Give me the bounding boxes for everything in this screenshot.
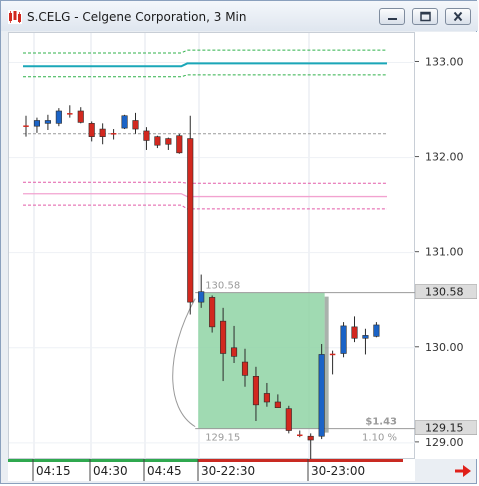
band-inner-upper-green bbox=[23, 74, 387, 78]
minimize-icon bbox=[388, 18, 397, 20]
price-tick-label-1: 132.00 bbox=[425, 151, 464, 164]
window-title: S.CELG - Celgene Corporation, 3 Min bbox=[27, 10, 247, 24]
candle-body-22 bbox=[263, 393, 270, 403]
candle-body-23 bbox=[274, 401, 281, 408]
candle-body-19 bbox=[231, 347, 238, 357]
time-axis[interactable]: 04:15 04:30 04:45 30-22:30 30-23:00 bbox=[8, 459, 415, 481]
candle-body-26 bbox=[307, 435, 314, 441]
minimize-button[interactable] bbox=[379, 8, 405, 25]
candle-body-15 bbox=[187, 138, 194, 303]
lower-price-flag-label: 129.15 bbox=[425, 422, 464, 435]
session-bar-premarket bbox=[8, 459, 198, 462]
candle-body-7 bbox=[99, 128, 106, 137]
candle-body-21 bbox=[252, 376, 259, 406]
time-axis-scale: 04:15 04:30 04:45 30-22:30 30-23:00 bbox=[8, 459, 403, 481]
price-tick-label-0: 133.00 bbox=[425, 55, 464, 68]
candle-body-31 bbox=[362, 335, 369, 339]
band-mid-cyan bbox=[23, 62, 387, 68]
time-tick-label-2: 04:45 bbox=[147, 464, 182, 478]
time-tick-label-4: 30-23:00 bbox=[311, 464, 365, 478]
candle-body-18 bbox=[220, 320, 227, 354]
measure-bottom-price-label: 129.15 bbox=[205, 433, 240, 444]
candle-body-2 bbox=[44, 120, 51, 124]
candle-body-32 bbox=[373, 324, 380, 337]
price-tick-label-3: 130.00 bbox=[425, 341, 464, 354]
price-tick-label-4: 129.00 bbox=[425, 436, 464, 449]
restore-button[interactable] bbox=[412, 8, 438, 25]
candle-body-3 bbox=[55, 110, 62, 124]
band-pink-mid bbox=[23, 193, 387, 198]
measure-change-label: $1.43 bbox=[365, 417, 397, 428]
measure-connector-curve bbox=[172, 298, 196, 428]
candlestick-chart[interactable]: 130.58 129.15 $1.43 1.10 % bbox=[9, 33, 416, 460]
candle-body-30 bbox=[351, 326, 358, 339]
close-icon bbox=[453, 11, 463, 22]
app-icon bbox=[8, 10, 22, 24]
candle-body-10 bbox=[132, 120, 139, 130]
price-plot-area[interactable]: 130.58 129.15 $1.43 1.10 % bbox=[8, 32, 416, 460]
price-tick-label-2: 131.00 bbox=[425, 246, 464, 259]
candle-body-24 bbox=[285, 408, 292, 431]
upper-price-flag-label: 130.58 bbox=[425, 286, 464, 299]
measure-box-shadow bbox=[324, 296, 329, 433]
time-tick-label-3: 30-22:30 bbox=[201, 464, 255, 478]
band-pink-lower bbox=[23, 204, 387, 210]
candle-body-12 bbox=[154, 136, 161, 146]
measure-top-price-label: 130.58 bbox=[205, 281, 240, 292]
candle-body-16 bbox=[198, 291, 205, 303]
time-tick-label-0: 04:15 bbox=[36, 464, 71, 478]
candle-body-11 bbox=[143, 130, 150, 141]
band-outer-upper-green bbox=[23, 49, 387, 54]
candle-body-17 bbox=[209, 297, 216, 328]
band-pink-upper bbox=[23, 181, 387, 184]
candle-body-14 bbox=[176, 135, 183, 154]
candle-body-13 bbox=[165, 138, 172, 145]
candle-body-29 bbox=[340, 325, 347, 354]
candle-body-27 bbox=[318, 354, 325, 437]
measure-percent-label: 1.10 % bbox=[362, 433, 397, 444]
candle-body-20 bbox=[241, 361, 249, 376]
restore-icon bbox=[420, 11, 431, 22]
title-bar[interactable]: S.CELG - Celgene Corporation, 3 Min bbox=[1, 1, 478, 31]
candle-body-9 bbox=[121, 115, 128, 129]
candle-body-5 bbox=[77, 110, 84, 123]
candle-body-1 bbox=[33, 120, 41, 127]
price-axis-scale: 133.00 132.00 131.00 130.00 129.00 130.58 129.… bbox=[414, 55, 478, 449]
candle-body-6 bbox=[88, 123, 95, 137]
scroll-right-arrow-icon[interactable] bbox=[451, 462, 475, 480]
chart-window: S.CELG - Celgene Corporation, 3 Min 130.… bbox=[0, 0, 478, 484]
price-axis[interactable]: 133.00 132.00 131.00 130.00 129.00 130.58 129.… bbox=[414, 32, 478, 459]
time-tick-label-1: 04:30 bbox=[93, 464, 128, 478]
session-bar-regular bbox=[198, 459, 403, 462]
measure-box bbox=[198, 292, 325, 429]
close-button[interactable] bbox=[445, 8, 471, 25]
